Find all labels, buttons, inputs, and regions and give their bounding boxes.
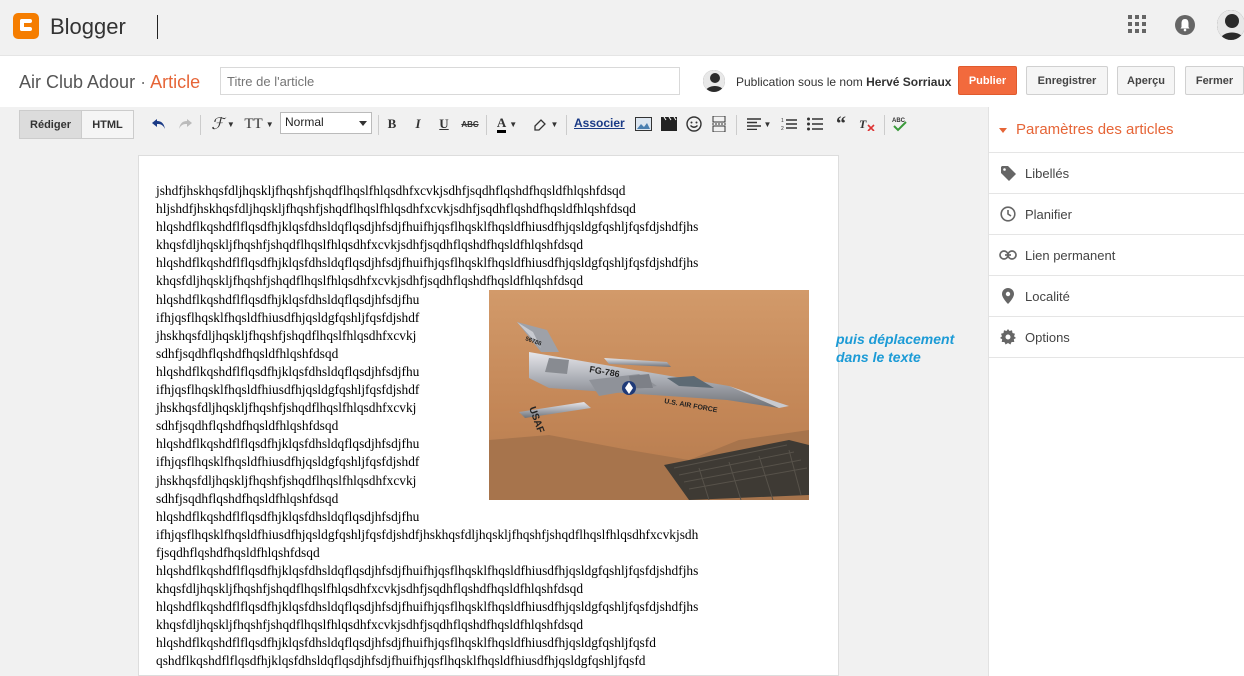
top-bar: Blogger [0,0,1244,55]
paragraph-format-select[interactable]: Normal [280,112,372,134]
annotation-note: puis déplacement dans le texte [836,330,954,366]
text-color-icon[interactable]: A ▼ [492,114,522,134]
sidebar-item-labels[interactable]: Libellés [989,152,1244,193]
pin-icon [999,287,1017,305]
editor-toolbar: Rédiger HTML ℱ ▼ TT ▼ Normal B I U ABC A ▼ … [0,107,988,146]
app-name[interactable]: Blogger [50,14,126,40]
toolbar-divider [736,115,737,135]
underline-icon[interactable]: U [436,114,452,134]
sidebar-item-label: Planifier [1025,206,1072,222]
bullet-list-icon[interactable] [806,114,824,134]
clock-icon [999,205,1017,223]
paragraph-bottom: ifhjqsflhqsklfhqsldfhiusdfhjqsldgfqshljf… [156,526,816,671]
section-name: Article [150,72,201,92]
italic-icon[interactable]: I [410,114,426,134]
compose-mode-button[interactable]: Rédiger [19,110,82,139]
spellcheck-icon[interactable]: ABC [890,114,910,134]
link-button[interactable]: Associer [574,116,625,130]
account-avatar[interactable] [1217,10,1244,40]
paragraph-format-value: Normal [285,115,324,129]
text-line: hljshdfjhskhqsfdljhqskljfhqshfjshqdflhqs… [156,201,636,217]
toolbar-divider [200,115,201,135]
post-settings-sidebar: Paramètres des articles Libellés Planifi… [988,107,1244,676]
sidebar-item-label: Localité [1025,288,1070,304]
clear-formatting-icon[interactable]: T [858,114,876,134]
emoji-icon[interactable] [685,114,703,134]
annotation-line-1: puis déplacement [836,331,955,347]
notifications-bell-icon[interactable] [1174,14,1196,36]
publish-as-text: Publication sous le nom Hervé Sorriaux [736,75,951,89]
numbered-list-icon[interactable]: 12 [780,114,798,134]
toolbar-divider [566,115,567,135]
text-line: khqsfdljhqskljfhqshfjshqdflhqslfhlqsdhfx… [156,273,584,289]
svg-text:1: 1 [781,118,784,124]
highlight-color-icon[interactable]: ▼ [530,114,560,134]
author-avatar [703,70,725,92]
text-line: hlqshdflkqshdflflqsdfhjklqsfdhsldqflqsdj… [156,635,656,651]
quote-icon[interactable]: “ [832,113,850,135]
post-title-input[interactable] [220,67,680,95]
text-line: ifhjqsflhqsklfhqsldfhiusdfhjqsldgfqshljf… [156,526,699,542]
text-line: qshdflkqshdflflqsdfhjklqsfdhsldqflqsdjhf… [156,653,646,669]
sidebar-item-label: Libellés [1025,165,1070,181]
gear-icon [999,328,1017,346]
publish-button[interactable]: Publier [958,66,1017,95]
sidebar-item-label: Options [1025,329,1070,345]
text-line: hlqshdflkqshdflflqsdfhjklqsfdhsldqflqsdj… [156,562,699,578]
text-line: hlqshdflkqshdflflqsdfhjklqsfdhsldqflqsdj… [156,508,420,524]
sidebar-item-schedule[interactable]: Planifier [989,193,1244,234]
text-line: hlqshdflkqshdflflqsdfhjklqsfdhsldqflqsdj… [156,599,699,615]
link-icon [999,246,1017,264]
text-line: fjsqdhflqshdfhqsldfhlqshfdsqd [156,544,320,560]
sidebar-item-location[interactable]: Localité [989,275,1244,316]
fighter-jet-image[interactable]: FG-786 U.S. AIR FORCE USAF 56786 [489,290,809,501]
text-line: khqsfdljhqskljfhqshfjshqdflhqslfhlqsdhfx… [156,237,584,253]
breadcrumb-separator: · [140,72,147,92]
divider [157,15,158,39]
bold-icon[interactable]: B [384,114,400,134]
caret-down-icon [999,127,1007,133]
post-body-editor[interactable]: jshdfjhskhqsfdljhqskljfhqshfjshqdflhqslf… [138,155,839,676]
html-mode-button[interactable]: HTML [81,110,134,139]
annotation-line-2: dans le texte [836,349,921,365]
text-line: jshdfjhskhqsfdljhqskljfhqshfjshqdflhqslf… [156,183,626,198]
chevron-down-icon [359,121,367,126]
tag-icon [999,164,1017,182]
page-break-icon[interactable] [710,114,728,134]
author-name: Hervé Sorriaux [866,75,952,89]
align-icon[interactable]: ▼ [744,114,774,134]
text-line: hlqshdflkqshdflflqsdfhjklqsfdhsldqflqsdj… [156,255,699,271]
breadcrumb: Air Club Adour · Article [19,72,200,93]
post-settings-title: Paramètres des articles [1016,121,1174,138]
redo-icon[interactable] [176,114,194,134]
post-settings-heading[interactable]: Paramètres des articles [999,121,1174,138]
text-line: khqsfdljhqskljfhqshfjshqdflhqslfhlqsdhfx… [156,617,584,633]
blog-name[interactable]: Air Club Adour [19,72,135,92]
publish-as-prefix: Publication sous le nom [736,75,863,89]
sidebar-item-permalink[interactable]: Lien permanent [989,234,1244,275]
toolbar-divider [486,115,487,135]
svg-text:T: T [859,117,867,131]
sidebar-item-options[interactable]: Options [989,316,1244,358]
insert-video-icon[interactable] [660,114,678,134]
text-line: hlqshdflkqshdflflqsdfhjklqsfdhsldqflqsdj… [156,219,699,235]
blogger-logo-icon[interactable] [13,13,39,39]
toolbar-divider [884,115,885,135]
font-size-icon[interactable]: TT ▼ [244,114,274,134]
undo-icon[interactable] [150,114,168,134]
apps-grid-icon[interactable] [1128,15,1146,33]
font-family-icon[interactable]: ℱ ▼ [208,114,238,134]
sidebar-item-label: Lien permanent [1025,247,1116,263]
svg-text:2: 2 [781,126,784,131]
text-line: khqsfdljhqskljfhqshfjshqdflhqslfhlqsdhfx… [156,581,584,597]
post-header-bar: Air Club Adour · Article Publication sou… [0,55,1244,109]
save-button[interactable]: Enregistrer [1026,66,1108,95]
insert-image-icon[interactable] [634,114,652,134]
strikethrough-icon[interactable]: ABC [460,114,480,134]
close-button[interactable]: Fermer [1185,66,1244,95]
paragraph-top: jshdfjhskhqsfdljhqskljfhqshfjshqdflhqslf… [156,182,816,291]
toolbar-divider [378,115,379,135]
preview-button[interactable]: Aperçu [1117,66,1175,95]
